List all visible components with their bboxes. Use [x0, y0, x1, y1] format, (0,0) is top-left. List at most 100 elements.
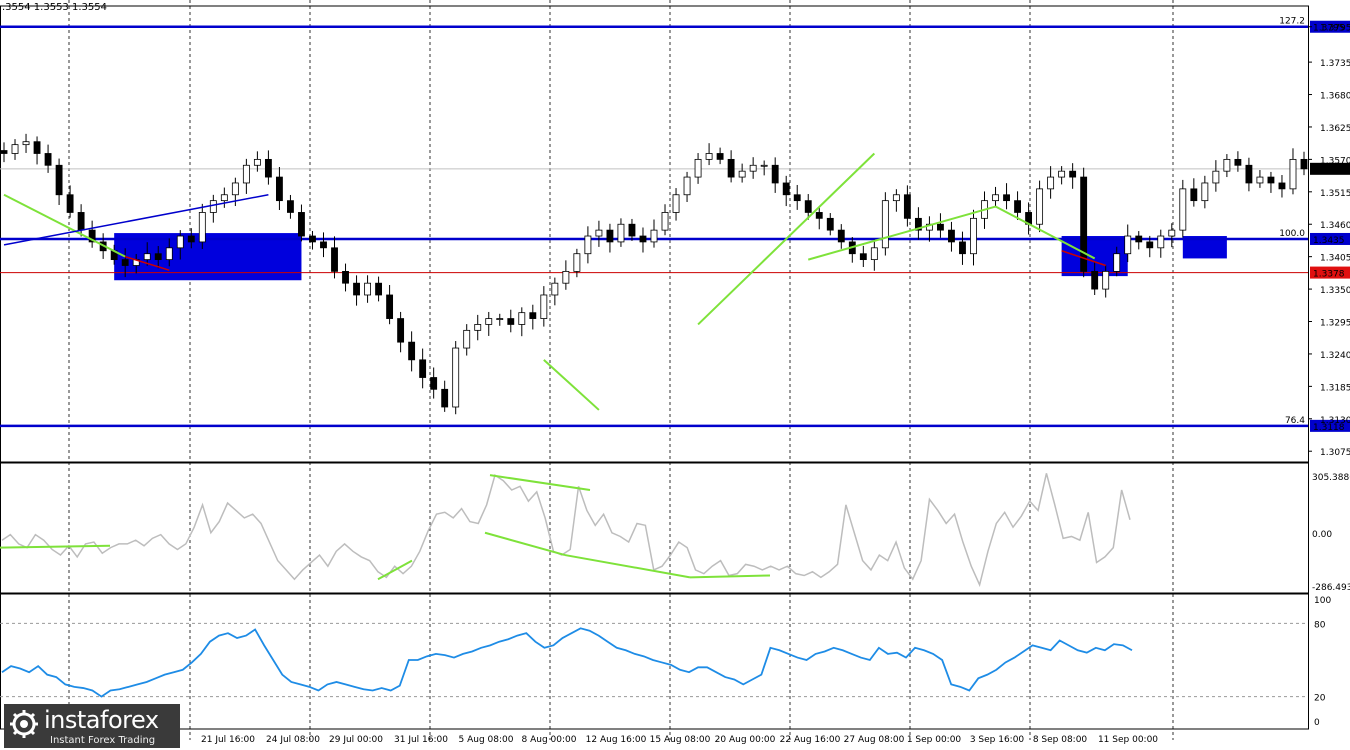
price-tick-label: 1.3460: [1320, 221, 1350, 231]
candle-body: [485, 318, 493, 325]
price-tick-label: 1.3625: [1320, 124, 1350, 134]
candle-body: [826, 217, 834, 231]
rsi-tick-label: 80: [1314, 620, 1326, 630]
candle-body: [948, 229, 955, 243]
candle-body: [584, 235, 592, 255]
candle-body: [1124, 235, 1132, 255]
time-tick-label: 5 Aug 08:00: [459, 735, 514, 745]
candle-body: [253, 158, 261, 166]
candle-body: [881, 200, 889, 249]
candle-body: [804, 200, 812, 213]
candle-body: [452, 347, 460, 408]
candle-body: [760, 164, 768, 167]
candle-body: [628, 223, 636, 237]
time-tick-label: 27 Aug 08:00: [844, 735, 905, 745]
candle-body: [1234, 158, 1242, 166]
candle-body: [143, 253, 151, 261]
candle-body: [551, 282, 559, 296]
price-tick-label: 1.3515: [1320, 189, 1350, 199]
time-tick-label: 29 Jul 00:00: [329, 735, 383, 745]
oscillator-divergence-line: [689, 574, 771, 579]
candle-body: [1069, 170, 1077, 178]
candle-body: [1267, 176, 1275, 184]
candle-body: [793, 194, 801, 202]
price-tick-label: 1.3130: [1320, 416, 1350, 426]
candle-body: [683, 176, 691, 196]
candle-body: [1256, 176, 1264, 184]
candle-body: [595, 229, 603, 237]
candle-body: [1113, 253, 1121, 272]
candle-body: [1146, 241, 1154, 249]
time-tick-label: 15 Aug 08:00: [650, 735, 711, 745]
candle-body: [507, 318, 515, 325]
candle-body: [1289, 158, 1297, 190]
candle-body: [1212, 170, 1220, 184]
candle-body: [33, 141, 41, 154]
candle-body: [1058, 170, 1066, 178]
candle-body: [1223, 158, 1231, 172]
candle-body: [364, 282, 371, 296]
candle-body: [386, 294, 394, 319]
oscillator-divergence-line: [484, 531, 566, 557]
candle-body: [749, 164, 757, 172]
logo-tagline: Instant Forex Trading: [50, 735, 156, 746]
price-tick-label: 1.3350: [1320, 286, 1350, 296]
candle-body: [529, 312, 537, 319]
candle-body: [176, 235, 184, 249]
price-tick-label: 1.3795: [1320, 24, 1350, 34]
oscillator-tick-label: 305.3886: [1312, 473, 1350, 483]
candle-body: [55, 164, 63, 196]
gear-logo-icon: [10, 710, 38, 738]
fib-level-percent: 127.2: [1279, 17, 1305, 27]
candle-body: [1014, 200, 1021, 213]
candle-body: [11, 144, 19, 154]
candle-body: [309, 235, 316, 243]
candle-body: [661, 212, 669, 231]
rsi-tick-label: 100: [1314, 596, 1331, 606]
candle-body: [220, 194, 228, 202]
candle-body: [540, 294, 548, 319]
price-tick-label: 1.3075: [1320, 448, 1350, 458]
candle-body: [298, 212, 305, 237]
candle-body: [992, 194, 999, 202]
candle-body: [154, 253, 162, 261]
time-axis: 21 Jul 16:00 24 Jul 08:00 29 Jul 00:00 31 J…: [201, 735, 1158, 745]
candle-body: [606, 229, 614, 243]
oscillator-tick-label: 0.00: [1312, 530, 1332, 540]
time-tick-label: 20 Aug 00:00: [715, 735, 776, 745]
candle-body: [716, 153, 724, 160]
candle-body: [1135, 235, 1143, 243]
candle-body: [408, 341, 416, 361]
price-tick-label: 1.3405: [1320, 254, 1350, 264]
time-tick-label: 8 Aug 00:00: [522, 735, 577, 745]
rsi-panel: 100 80 20 0: [0, 596, 1331, 728]
candle-body: [617, 223, 625, 243]
candle-body: [639, 235, 647, 243]
green-trend-line: [807, 205, 996, 261]
candle-body: [496, 318, 504, 320]
rsi-tick-label: 0: [1314, 718, 1320, 728]
candle-body: [771, 164, 779, 184]
candle-body: [518, 312, 526, 325]
candle-body: [1102, 270, 1110, 290]
time-tick-label: 3 Sep 16:00: [970, 735, 1025, 745]
candle-body: [815, 212, 823, 219]
candle-body: [121, 259, 129, 266]
oscillator-line: [1, 473, 1131, 588]
oscillator-panel: 305.3886 0.00 -286.4935: [0, 473, 1350, 593]
price-tick-label: 1.3295: [1320, 319, 1350, 329]
candle-body: [727, 158, 735, 178]
candle-body: [419, 359, 427, 378]
candle-body: [870, 247, 878, 261]
candle-body: [1157, 235, 1165, 249]
candle-body: [1278, 182, 1286, 190]
candle-body: [738, 170, 746, 178]
candle-body: [1245, 164, 1253, 184]
candle-body: [1047, 176, 1055, 190]
candle-body: [705, 153, 713, 160]
candle-body: [837, 229, 845, 243]
time-tick-label: 21 Jul 16:00: [201, 735, 255, 745]
fib-level-percent: 100.0: [1279, 229, 1305, 239]
chart-canvas: 127.2100.076.4 1.37951.34351.31181.33781…: [0, 0, 1350, 745]
instaforex-logo: instaforex Instant Forex Trading: [4, 704, 180, 748]
